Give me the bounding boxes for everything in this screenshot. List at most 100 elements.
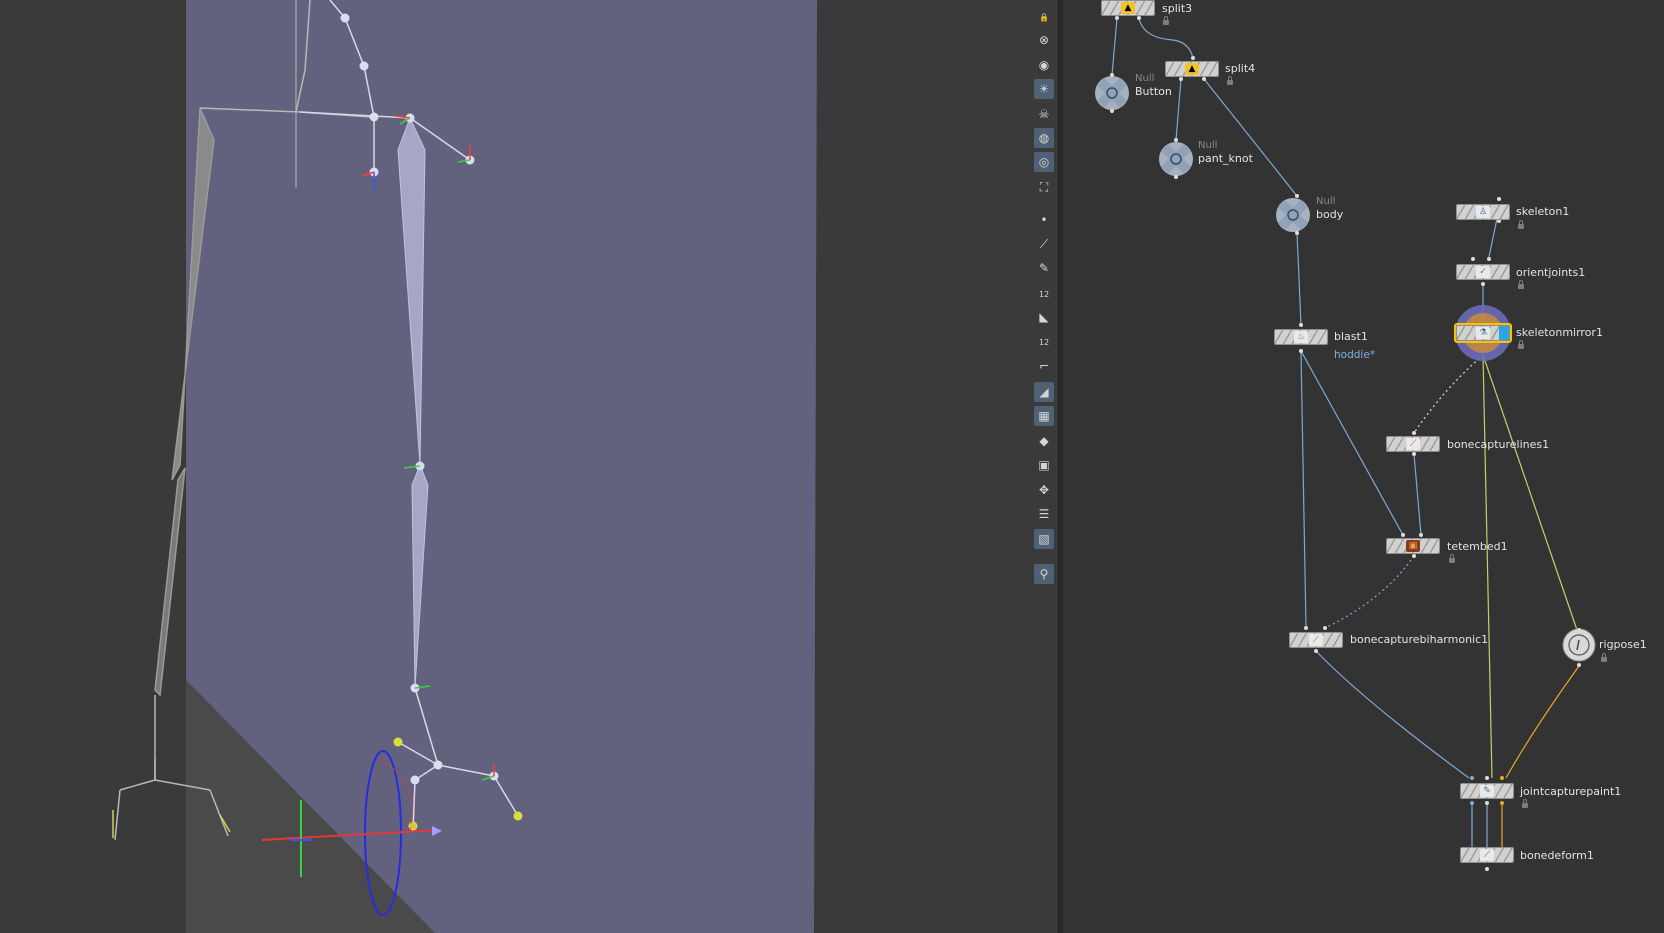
point-number-icon: 12 [1038, 290, 1050, 299]
tet-embed-icon: ▣ [1406, 540, 1420, 552]
wire-mirror-jointcapturepaint1 [1482, 354, 1493, 779]
wire-split4-body [1203, 78, 1298, 197]
texture-icon: ▦ [1038, 409, 1050, 423]
wire-split4-pantknot [1175, 78, 1182, 141]
diamond-tool-button[interactable]: ◆ [1034, 431, 1054, 451]
node-type-button: Null [1135, 73, 1155, 84]
node-label-pant-knot: pant_knot [1198, 152, 1253, 165]
node-rigpose1[interactable] [1563, 629, 1595, 661]
node-label-jointcapturepaint1: jointcapturepaint1 [1520, 785, 1622, 798]
lock-icon [1518, 340, 1524, 349]
wire-mirror-rigpose1 [1482, 354, 1578, 631]
background-image-tool-button[interactable]: ▧ [1034, 529, 1054, 549]
node-label-body: body [1316, 208, 1344, 221]
diamond-icon: ◆ [1039, 434, 1049, 448]
node-bonedeform1[interactable]: ⟋ [1460, 847, 1514, 863]
shading-icon: ◍ [1038, 131, 1050, 145]
point-tool-button[interactable]: • [1034, 210, 1054, 230]
primitive-number-tool-button[interactable]: 12 [1034, 331, 1054, 351]
capture-paint-icon: ✎ [1480, 785, 1494, 797]
orient-joints-icon: ✓ [1476, 266, 1490, 278]
node-label-orientjoints1: orientjoints1 [1516, 266, 1586, 279]
node-split3[interactable]: ▲ [1101, 0, 1155, 16]
axes-icon: ✥ [1038, 483, 1050, 497]
pin-icon: ⚲ [1039, 567, 1049, 581]
network-editor[interactable]: ▲ split3 ▲ split4 Null Button Null pant_… [1063, 0, 1664, 933]
split-icon: ▲ [1121, 2, 1135, 14]
shading-tool-button[interactable]: ◍ [1034, 128, 1054, 148]
wire-body-blast1 [1296, 232, 1302, 326]
blast-icon: ♨ [1294, 331, 1308, 343]
point-number-tool-button[interactable]: 12 [1034, 283, 1054, 303]
node-type-body: Null [1316, 196, 1336, 207]
camera-eye-icon: ◎ [1038, 155, 1050, 169]
node-label-blast1: blast1 [1334, 330, 1368, 343]
node-label-bonecapturebiharmonic1: bonecapturebiharmonic1 [1350, 633, 1489, 646]
node-label-skeletonmirror1: skeletonmirror1 [1516, 326, 1603, 339]
texture-tool-button[interactable]: ▦ [1034, 406, 1054, 426]
viewport-toolbar: 🔒 ⊗ ◉ ☀ ☠ ◍ ◎ ⛶ • ⟋ ✎ 12 ◣ 12 ⌐ ◢ ▦ ◆ ▣ ✥ ☰ ▧ ⚲ [1030, 0, 1058, 933]
display-list-icon: ☰ [1038, 507, 1050, 521]
lock-icon [1518, 220, 1524, 229]
node-type-pant-knot: Null [1198, 140, 1218, 151]
wireframe-icon: ◢ [1039, 385, 1049, 399]
edge-tool-button[interactable]: ⟋ [1034, 234, 1054, 254]
wire-split3-button [1111, 17, 1118, 76]
node-jointcapturepaint1[interactable]: ✎ [1460, 783, 1514, 799]
display-list-tool-button[interactable]: ☰ [1034, 504, 1054, 524]
node-comment-blast1: hoddie* [1334, 349, 1376, 361]
primitive-icon: ◣ [1039, 310, 1049, 324]
lock-tool-button[interactable]: 🔒 [1034, 6, 1054, 26]
node-label-skeleton1: skeleton1 [1516, 205, 1570, 218]
wire-bonecapturelines1-tetembed1 [1413, 453, 1422, 536]
node-bonecapturebiharmonic1[interactable]: ⟋ [1289, 632, 1343, 648]
background-image-icon: ▧ [1038, 532, 1050, 546]
lock-icon [1163, 16, 1169, 25]
scene-viewport[interactable] [0, 0, 1030, 933]
node-skeleton1[interactable]: ♙ [1456, 204, 1510, 220]
lock-icon [1227, 76, 1233, 85]
edge-icon: ⟋ [1039, 237, 1049, 251]
lock-icon [1518, 280, 1524, 289]
brush-tool-button[interactable]: ✎ [1034, 258, 1054, 278]
node-body[interactable] [1276, 198, 1310, 232]
light-bulb-tool-button[interactable]: ☀ [1034, 79, 1054, 99]
primitive-tool-button[interactable]: ◣ [1034, 307, 1054, 327]
node-label-rigpose1: rigpose1 [1599, 638, 1647, 651]
node-orientjoints1[interactable]: ✓ [1456, 264, 1510, 280]
node-label-tetembed1: tetembed1 [1447, 540, 1508, 553]
node-pant-knot[interactable] [1159, 142, 1193, 176]
node-button[interactable] [1095, 76, 1129, 110]
selection-highlight [1454, 323, 1512, 343]
ghost-icon: ◉ [1038, 58, 1050, 72]
node-split4[interactable]: ▲ [1165, 61, 1219, 77]
uv-tool-button[interactable]: ▣ [1034, 455, 1054, 475]
wire-tetembed1-biharmonic [1324, 555, 1415, 629]
lock-icon [1601, 653, 1607, 662]
uv-icon: ▣ [1038, 458, 1050, 472]
node-label-button: Button [1135, 85, 1172, 98]
node-bonecapturelines1[interactable]: ⟋ [1386, 436, 1440, 452]
wire-rigpose1-jointcapturepaint1 [1505, 665, 1580, 779]
camera-eye-tool-button[interactable]: ◎ [1034, 152, 1054, 172]
camera-icon: ⛶ [1039, 180, 1049, 194]
normal-tool-button[interactable]: ⌐ [1034, 356, 1054, 376]
camera-tool-button[interactable]: ⛶ [1034, 177, 1054, 197]
wireframe-tool-button[interactable]: ◢ [1034, 382, 1054, 402]
node-label-split3: split3 [1162, 2, 1193, 15]
node-tetembed1[interactable]: ▣ [1386, 538, 1440, 554]
node-blast1[interactable]: ♨ [1274, 329, 1328, 345]
pin-tool-button[interactable]: ⚲ [1034, 564, 1054, 584]
node-label-split4: split4 [1225, 62, 1256, 75]
viewport-scene [112, 0, 817, 933]
bone-capture-lines-icon: ⟋ [1406, 438, 1420, 450]
wire-biharmonic-jointcapturepaint1 [1315, 650, 1470, 779]
node-label-bonedeform1: bonedeform1 [1520, 849, 1594, 862]
close-circle-tool-button[interactable]: ⊗ [1034, 30, 1054, 50]
light-bulb-icon: ☀ [1038, 82, 1050, 96]
ghost-tool-button[interactable]: ◉ [1034, 55, 1054, 75]
skull-tool-button[interactable]: ☠ [1034, 104, 1054, 124]
wire-mirror-bonecapturelines1 [1413, 354, 1484, 434]
biharmonic-icon: ⟋ [1309, 634, 1323, 646]
axes-tool-button[interactable]: ✥ [1034, 480, 1054, 500]
